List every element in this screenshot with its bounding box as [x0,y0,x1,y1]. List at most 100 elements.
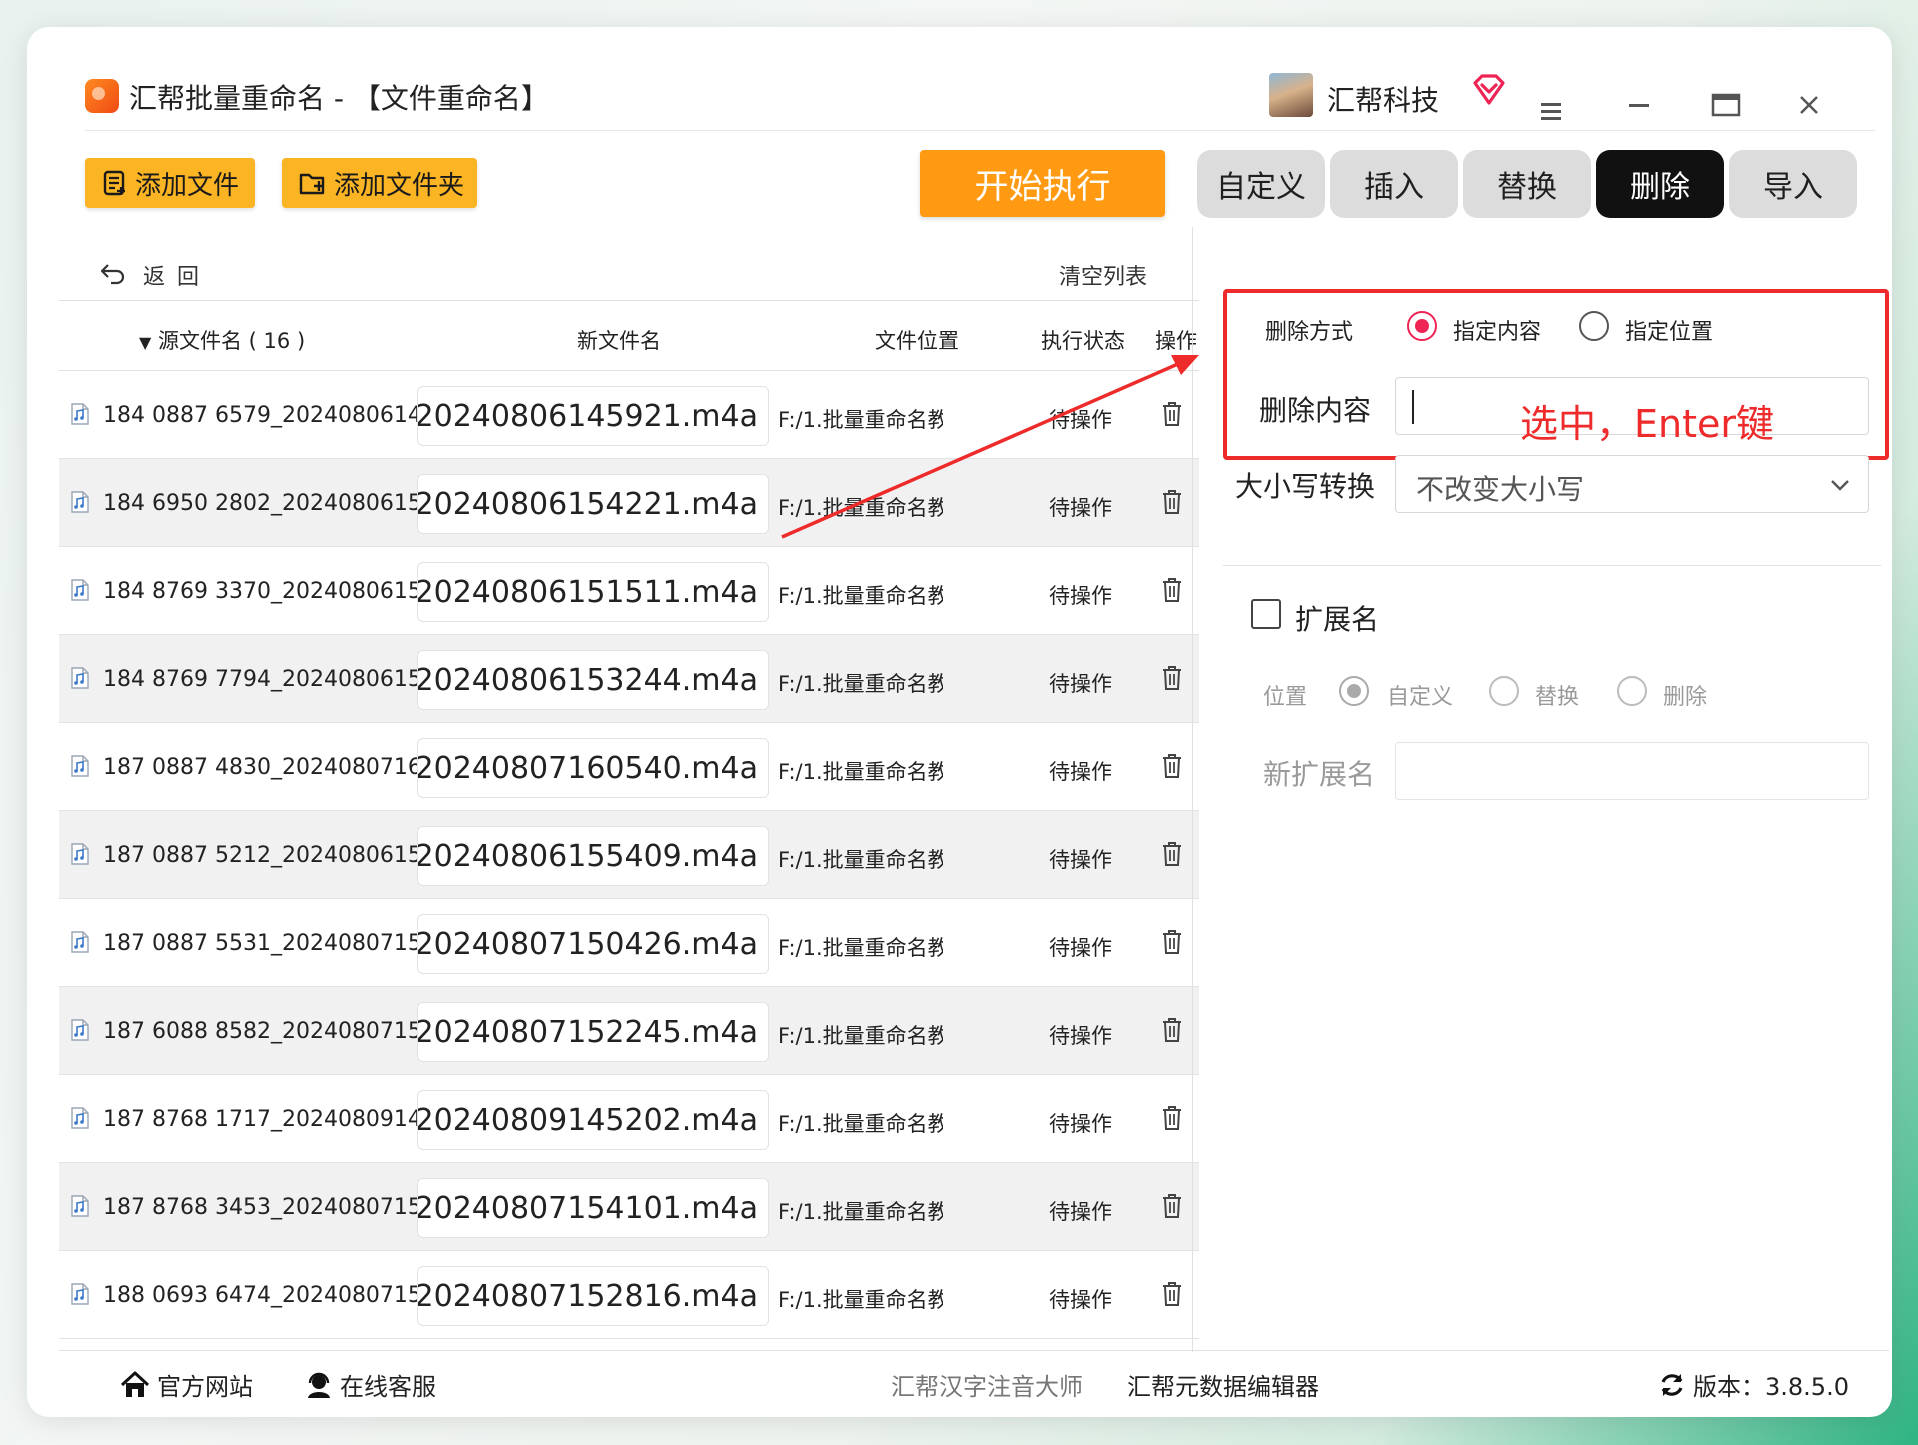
new-filename-field[interactable]: 1_20240807150426.m4a [417,914,769,974]
table-row[interactable]: 184 8769 7794_202408061532 4_202408061532… [59,635,1199,723]
radio-specified-position[interactable] [1579,311,1609,341]
new-filename-field[interactable]: 2_20240806154221.m4a [417,474,769,534]
tab-delete[interactable]: 删除 [1596,150,1724,218]
file-location: F:/1.批量重命名教程/1/1 [778,1024,943,1048]
trash-icon[interactable] [1161,1281,1183,1311]
trash-icon[interactable] [1161,401,1183,431]
online-support-link[interactable]: 在线客服 [304,1367,436,1402]
table-row[interactable]: 184 6950 2802_202408061542 2_202408061542… [59,459,1199,547]
header-source[interactable]: ▼ 源文件名 ( 16 ) [139,325,305,355]
delete-content-label: 删除内容 [1259,394,1372,427]
table-row[interactable]: 184 0887 6579_202408061459 9_202408061459… [59,371,1199,459]
official-website-label: 官方网站 [157,1373,253,1401]
case-conversion-value: 不改变大小写 [1416,473,1585,506]
vip-diamond-icon[interactable] [1471,73,1507,107]
trash-icon[interactable] [1161,489,1183,519]
radio-position-replace[interactable] [1489,676,1519,706]
audio-file-icon [71,1019,89,1041]
radio-specified-content-label[interactable]: 指定内容 [1453,314,1541,346]
trash-icon[interactable] [1161,665,1183,695]
source-filename: 187 0887 5212_202408061554 [103,843,433,868]
new-filename: 1_20240807150426.m4a [417,927,758,962]
support-agent-icon [308,1372,330,1398]
trash-icon[interactable] [1161,1017,1183,1047]
app-window: 汇帮批量重命名 - 【文件重命名】 汇帮科技 添加文件 添加文件夹 开始执行 自… [27,27,1892,1417]
close-icon[interactable] [1789,85,1829,125]
audio-file-icon [71,843,89,865]
new-filename-field[interactable]: 4_20240806153244.m4a [417,650,769,710]
audio-file-icon [71,755,89,777]
add-file-label: 添加文件 [135,170,240,201]
tab-replace[interactable]: 替换 [1463,150,1591,218]
case-conversion-select[interactable]: 不改变大小写 [1395,455,1869,513]
version-info[interactable]: 版本：3.8.5.0 [1657,1367,1849,1402]
case-conversion-label: 大小写转换 [1235,470,1376,503]
file-location: F:/1.批量重命名教程/1/1 [778,936,943,960]
user-name[interactable]: 汇帮科技 [1327,79,1439,119]
user-avatar[interactable] [1269,73,1313,117]
clear-list-button[interactable]: 清空列表 [1059,259,1147,291]
table-row[interactable]: 187 8768 1717_202408091452 7_202408091452… [59,1075,1199,1163]
table-row[interactable]: 187 6088 8582_202408071522 2_202408071522… [59,987,1199,1075]
official-website-link[interactable]: 官方网站 [119,1367,253,1402]
radio-specified-position-label[interactable]: 指定位置 [1625,314,1713,346]
source-filename: 184 0887 6579_202408061459 [103,403,433,428]
radio-position-custom-label[interactable]: 自定义 [1387,679,1453,711]
chevron-down-icon [1831,480,1849,491]
new-filename: 2_20240806155409.m4a [417,839,758,874]
tab-custom[interactable]: 自定义 [1197,150,1325,218]
add-folder-icon [299,173,325,195]
radio-position-replace-label[interactable]: 替换 [1535,679,1579,711]
maximize-icon[interactable] [1705,85,1745,125]
menu-icon[interactable] [1531,91,1571,131]
pinyin-tool-link[interactable]: 汇帮汉字注音大师 [891,1367,1083,1402]
extension-checkbox[interactable] [1251,599,1281,629]
new-filename-field[interactable]: 0_20240807160540.m4a [417,738,769,798]
new-filename-field[interactable]: 2_20240807152245.m4a [417,1002,769,1062]
file-location: F:/1.批量重命名教程/1/1 [778,1288,943,1312]
source-filename: 184 6950 2802_202408061542 [103,491,433,516]
tab-insert[interactable]: 插入 [1330,150,1458,218]
new-filename-field[interactable]: 7_20240809145202.m4a [417,1090,769,1150]
table-row[interactable]: 184 8769 3370_202408061515 0_202408061515… [59,547,1199,635]
tab-import[interactable]: 导入 [1729,150,1857,218]
trash-icon[interactable] [1161,841,1183,871]
header-location: 文件位置 [875,329,959,353]
radio-position-delete[interactable] [1617,676,1647,706]
row-status: 待操作 [1049,1024,1112,1048]
new-extension-input[interactable] [1395,742,1869,800]
new-filename-field[interactable]: 9_20240806145921.m4a [417,386,769,446]
table-row[interactable]: 187 0887 5531_202408071504 1_202408071504… [59,899,1199,987]
back-button[interactable]: 返回 [143,259,211,291]
extension-label[interactable]: 扩展名 [1295,598,1379,638]
trash-icon[interactable] [1161,1193,1183,1223]
app-logo-icon [85,79,119,113]
add-file-button[interactable]: 添加文件 [85,158,255,208]
new-filename-field[interactable]: 0_20240806151511.m4a [417,562,769,622]
new-filename-field[interactable]: 3_20240807154101.m4a [417,1178,769,1238]
radio-specified-content[interactable] [1407,311,1437,341]
metadata-editor-link[interactable]: 汇帮元数据编辑器 [1127,1367,1319,1402]
table-row[interactable]: 187 0887 4830_202408071605 0_202408071605… [59,723,1199,811]
radio-position-custom[interactable] [1339,676,1369,706]
back-arrow-icon[interactable] [99,261,127,285]
table-row[interactable]: 187 0887 5212_202408061554 2_202408061554… [59,811,1199,899]
panel-divider [1192,227,1193,1352]
audio-file-icon [71,579,89,601]
delete-mode-label: 删除方式 [1265,320,1354,345]
table-row[interactable]: 187 8768 3453_202408071541 3_202408071541… [59,1163,1199,1251]
new-filename-field[interactable]: 4_20240807152816.m4a [417,1266,769,1326]
source-filename: 187 8768 3453_202408071541 [103,1195,433,1220]
trash-icon[interactable] [1161,1105,1183,1135]
trash-icon[interactable] [1161,929,1183,959]
table-row[interactable]: 188 0693 6474_202408071528 4_202408071528… [59,1251,1199,1339]
radio-position-delete-label[interactable]: 删除 [1663,679,1707,711]
title-divider [85,130,1875,131]
new-filename-field[interactable]: 2_20240806155409.m4a [417,826,769,886]
minimize-icon[interactable] [1619,85,1659,125]
trash-icon[interactable] [1161,577,1183,607]
trash-icon[interactable] [1161,753,1183,783]
file-location: F:/1.批量重命名教程/1/1 [778,1112,943,1136]
add-folder-button[interactable]: 添加文件夹 [282,158,477,208]
start-button[interactable]: 开始执行 [920,150,1165,217]
